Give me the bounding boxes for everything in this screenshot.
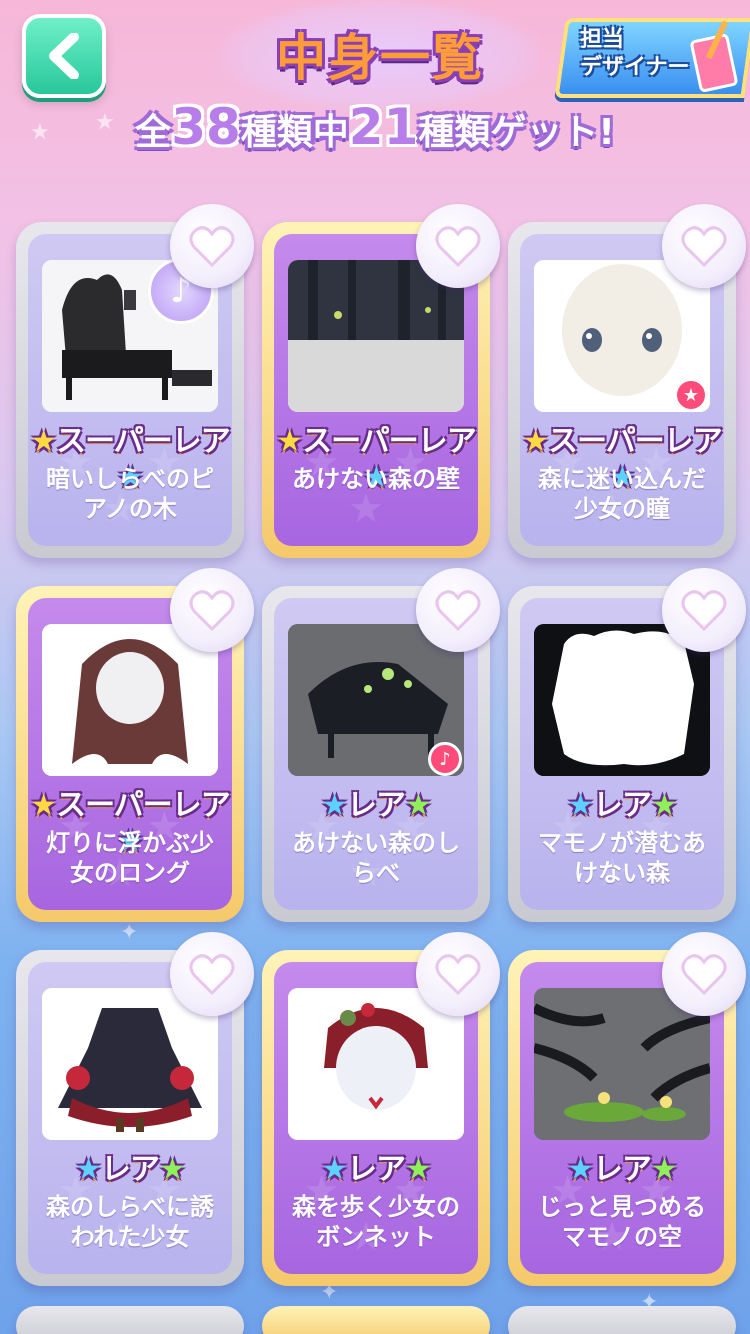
star-badge-icon: ★ (674, 378, 708, 412)
back-button[interactable] (22, 14, 106, 98)
progress-owned: 21 (348, 98, 419, 156)
progress-suffix: 種類ゲット! (418, 112, 615, 153)
rarity-label: ★レア★ (567, 1152, 678, 1187)
progress-prefix: 全 (135, 112, 172, 153)
item-name: 灯りに浮かぶ少 女のロング (46, 829, 214, 887)
item-name: 森のしらべに誘 われた少女 (46, 1193, 214, 1251)
heart-icon (189, 590, 235, 631)
sketchbook-icon (690, 21, 738, 92)
chevron-left-icon (49, 33, 79, 79)
heart-icon (681, 954, 727, 995)
heart-icon (435, 226, 481, 267)
favorite-heart-button[interactable] (170, 568, 254, 652)
progress-middle: 種類中 (240, 112, 349, 153)
heart-icon (435, 590, 481, 631)
rarity-label: ★レア★ (321, 788, 432, 823)
item-name: じっと見つめる マモノの空 (538, 1193, 706, 1251)
header: 中身一覧 担当 デザイナー 全38種類中21種類ゲット! (0, 0, 750, 170)
favorite-heart-button[interactable] (662, 204, 746, 288)
heart-icon (189, 954, 235, 995)
favorite-heart-button[interactable] (416, 932, 500, 1016)
favorite-heart-button[interactable] (662, 932, 746, 1016)
item-name: あけない森の壁 (292, 465, 460, 493)
favorite-heart-button[interactable] (662, 568, 746, 652)
item-card-partial[interactable] (262, 1306, 490, 1334)
item-card-partial[interactable] (16, 1306, 244, 1334)
collection-progress: 全38種類中21種類ゲット! (0, 98, 750, 156)
favorite-heart-button[interactable] (416, 568, 500, 652)
favorite-heart-button[interactable] (170, 932, 254, 1016)
item-name: 暗いしらべのピ アノの木 (46, 465, 214, 523)
page-title: 中身一覧 (276, 29, 484, 87)
favorite-heart-button[interactable] (170, 204, 254, 288)
favorite-heart-button[interactable] (416, 204, 500, 288)
rarity-label: ★レア★ (567, 788, 678, 823)
item-name: マモノが潜むあ けない森 (538, 829, 706, 887)
rarity-label: ★レア★ (75, 1152, 186, 1187)
heart-icon (435, 954, 481, 995)
music-note-badge-icon: ♪ (428, 742, 462, 776)
heart-icon (189, 226, 235, 267)
item-name: 森を歩く少女の ボンネット (292, 1193, 460, 1251)
item-name: 森に迷い込んだ 少女の瞳 (538, 465, 706, 523)
item-card-partial[interactable] (508, 1306, 736, 1334)
background-star-icon: ✦ (120, 920, 139, 945)
heart-icon (681, 226, 727, 267)
item-name: あけない森のし らべ (292, 829, 460, 887)
progress-total: 38 (171, 98, 241, 156)
heart-icon (681, 590, 727, 631)
rarity-label: ★レア★ (321, 1152, 432, 1187)
